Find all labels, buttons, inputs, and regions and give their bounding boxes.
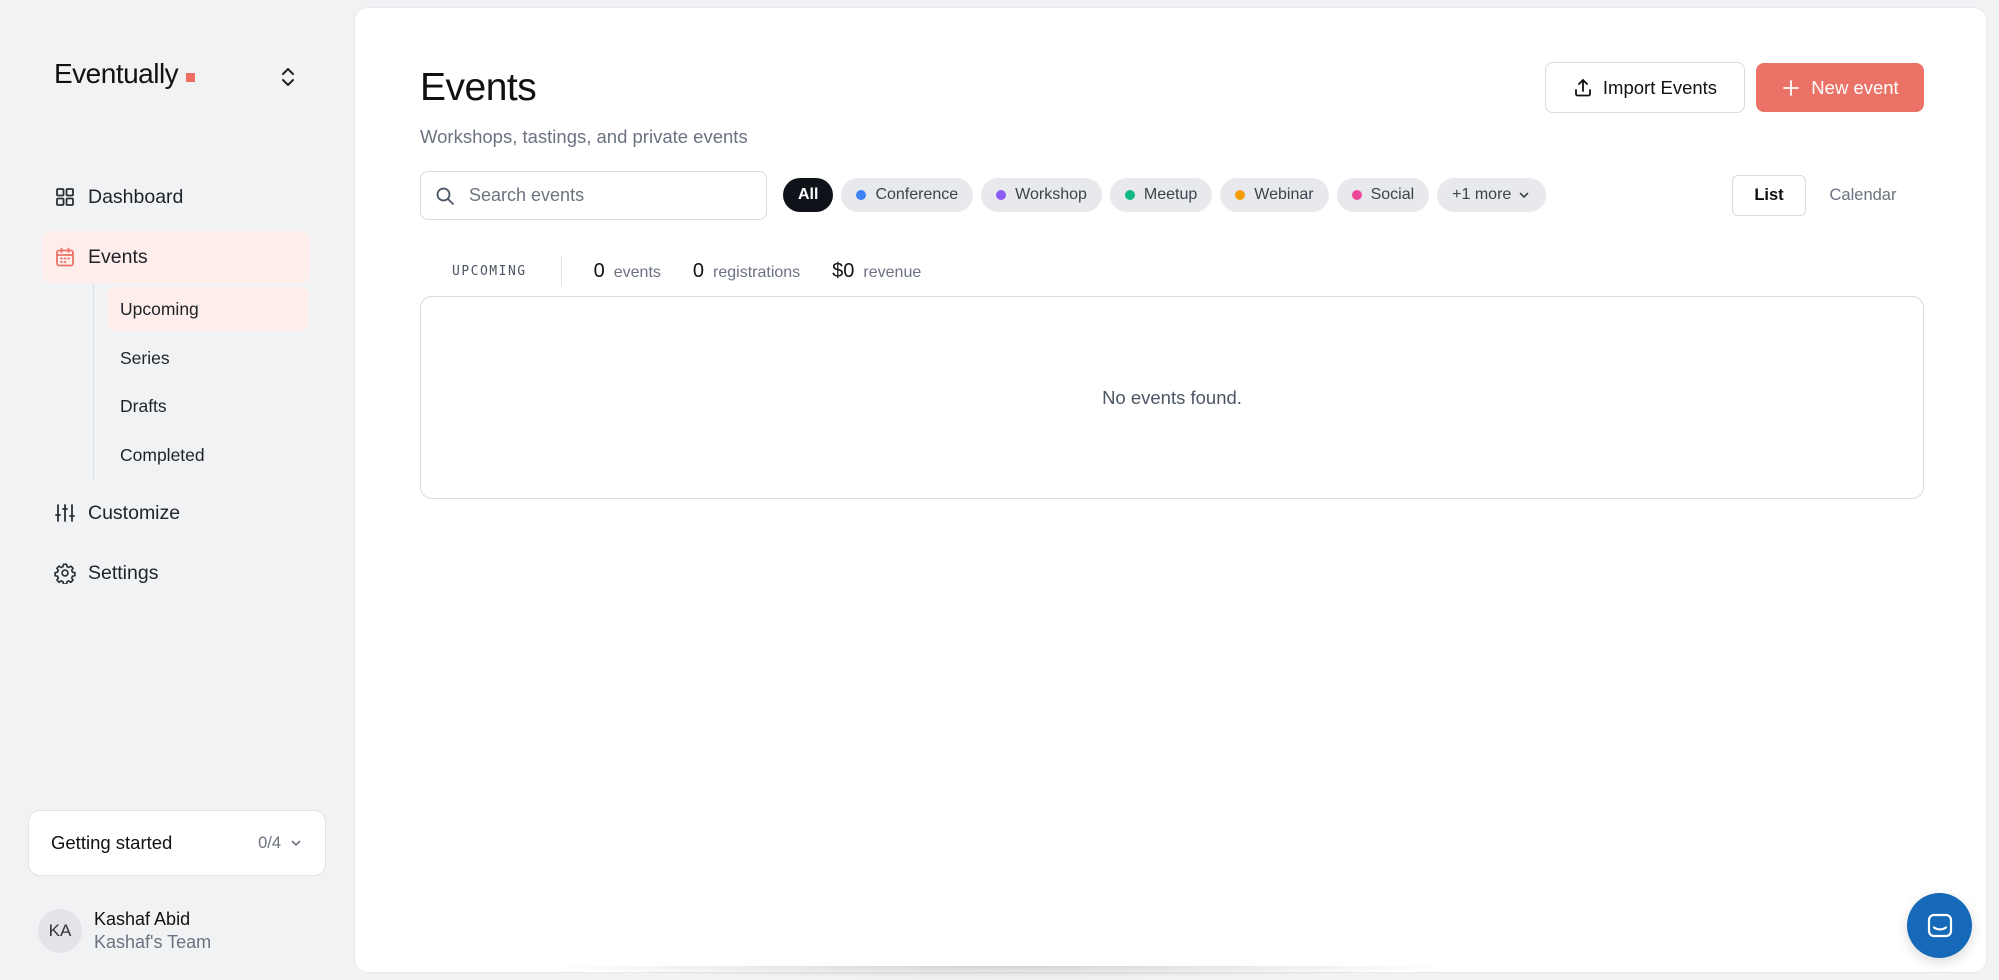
grid-icon (54, 186, 76, 208)
color-dot (996, 190, 1007, 200)
brand-logo[interactable]: Eventually (54, 58, 196, 90)
sidebar-subitem-label: Series (120, 347, 170, 368)
filter-chip-label: +1 more (1452, 186, 1512, 203)
filter-chip-label: Conference (875, 186, 959, 203)
avatar: KA (38, 909, 82, 953)
sidebar-subitem-label: Upcoming (120, 298, 199, 319)
calendar-icon (54, 246, 76, 268)
page-title: Events (420, 66, 537, 109)
filter-chip-more[interactable]: +1 more (1437, 178, 1547, 212)
import-events-button[interactable]: Import Events (1545, 62, 1745, 113)
sliders-icon (54, 502, 76, 524)
stats-divider (560, 256, 562, 286)
color-dot (1351, 190, 1362, 200)
user-name: Kashaf Abid (94, 909, 191, 929)
new-event-button[interactable]: New event (1756, 63, 1924, 112)
user-profile[interactable]: KA Kashaf Abid Kashaf's Team (38, 908, 211, 954)
search-icon (435, 186, 455, 206)
empty-state-message: No events found. (1102, 386, 1242, 408)
color-dot (1124, 190, 1135, 200)
sidebar-subitem-series[interactable]: Series (107, 336, 309, 380)
filter-chip-workshop[interactable]: Workshop (981, 178, 1102, 212)
getting-started-card[interactable]: Getting started 0/4 (28, 810, 326, 876)
stats-bar: UPCOMING 0 events 0 registrations $0 rev… (452, 255, 953, 287)
stat-revenue-value: $0 (832, 259, 855, 282)
filter-chip-label: Webinar (1254, 186, 1314, 203)
chat-launcher-button[interactable] (1907, 893, 1972, 958)
sidebar: Eventually Dashboard Events Upcoming Ser… (0, 0, 352, 980)
submenu-divider (93, 284, 94, 480)
filter-chip-label: All (798, 186, 819, 203)
sidebar-item-label: Customize (88, 501, 181, 524)
sidebar-item-customize[interactable]: Customize (42, 487, 310, 539)
main-panel: Events Workshops, tastings, and private … (354, 7, 1987, 973)
sidebar-item-label: Events (88, 245, 148, 268)
sidebar-subitem-upcoming[interactable]: Upcoming (107, 287, 309, 331)
search-input[interactable] (469, 185, 749, 206)
filter-chip-webinar[interactable]: Webinar (1220, 178, 1329, 212)
stats-section-label: UPCOMING (452, 263, 527, 279)
sidebar-item-label: Settings (88, 561, 159, 584)
sidebar-subitem-drafts[interactable]: Drafts (107, 384, 309, 428)
filter-chip-label: Meetup (1143, 186, 1198, 203)
stat-revenue-label: revenue (863, 263, 922, 281)
stat-revenue: $0 revenue (832, 260, 921, 283)
filter-chip-label: Social (1370, 186, 1415, 203)
search-box[interactable] (420, 171, 767, 220)
sidebar-item-settings[interactable]: Settings (42, 547, 310, 599)
brand-dot (186, 72, 196, 82)
stat-registrations-value: 0 (692, 259, 705, 282)
sidebar-item-dashboard[interactable]: Dashboard (42, 171, 310, 223)
chevron-down-icon (289, 836, 303, 850)
brand-name: Eventually (54, 58, 179, 89)
sidebar-item-label: Dashboard (88, 185, 184, 208)
view-calendar-button[interactable]: Calendar (1808, 175, 1918, 216)
stat-registrations-label: registrations (713, 263, 801, 281)
color-dot (1235, 190, 1246, 200)
stat-events-label: events (613, 263, 661, 281)
filter-chip-label: Workshop (1015, 186, 1087, 203)
plus-icon (1781, 78, 1801, 98)
stat-events-value: 0 (593, 259, 605, 282)
gear-icon (54, 562, 76, 584)
events-list-empty: No events found. (420, 296, 1924, 499)
sidebar-subitem-label: Drafts (120, 395, 167, 416)
stat-events: 0 events (594, 260, 661, 283)
category-filters: All Conference Workshop Meetup Webinar S… (783, 178, 1547, 212)
filter-chip-social[interactable]: Social (1336, 178, 1430, 212)
stat-registrations: 0 registrations (693, 260, 800, 283)
chevron-down-icon (1517, 188, 1531, 202)
new-event-label: New event (1811, 76, 1899, 98)
filter-chip-meetup[interactable]: Meetup (1109, 178, 1213, 212)
upload-icon (1573, 78, 1593, 98)
page-subtitle: Workshops, tastings, and private events (420, 126, 748, 147)
filter-chip-all[interactable]: All (783, 178, 834, 212)
chat-icon (1924, 910, 1956, 942)
getting-started-label: Getting started (51, 832, 173, 853)
user-team: Kashaf's Team (94, 932, 212, 952)
sidebar-item-events[interactable]: Events (42, 231, 310, 283)
scroll-shadow (540, 966, 1460, 978)
filter-chip-conference[interactable]: Conference (841, 178, 974, 212)
color-dot (856, 190, 867, 200)
sidebar-subitem-label: Completed (120, 444, 205, 465)
import-events-label: Import Events (1602, 76, 1718, 98)
getting-started-progress: 0/4 (258, 833, 281, 852)
sidebar-subitem-completed[interactable]: Completed (107, 433, 309, 477)
workspace-switcher-icon[interactable] (276, 64, 300, 90)
view-list-button[interactable]: List (1732, 175, 1806, 216)
